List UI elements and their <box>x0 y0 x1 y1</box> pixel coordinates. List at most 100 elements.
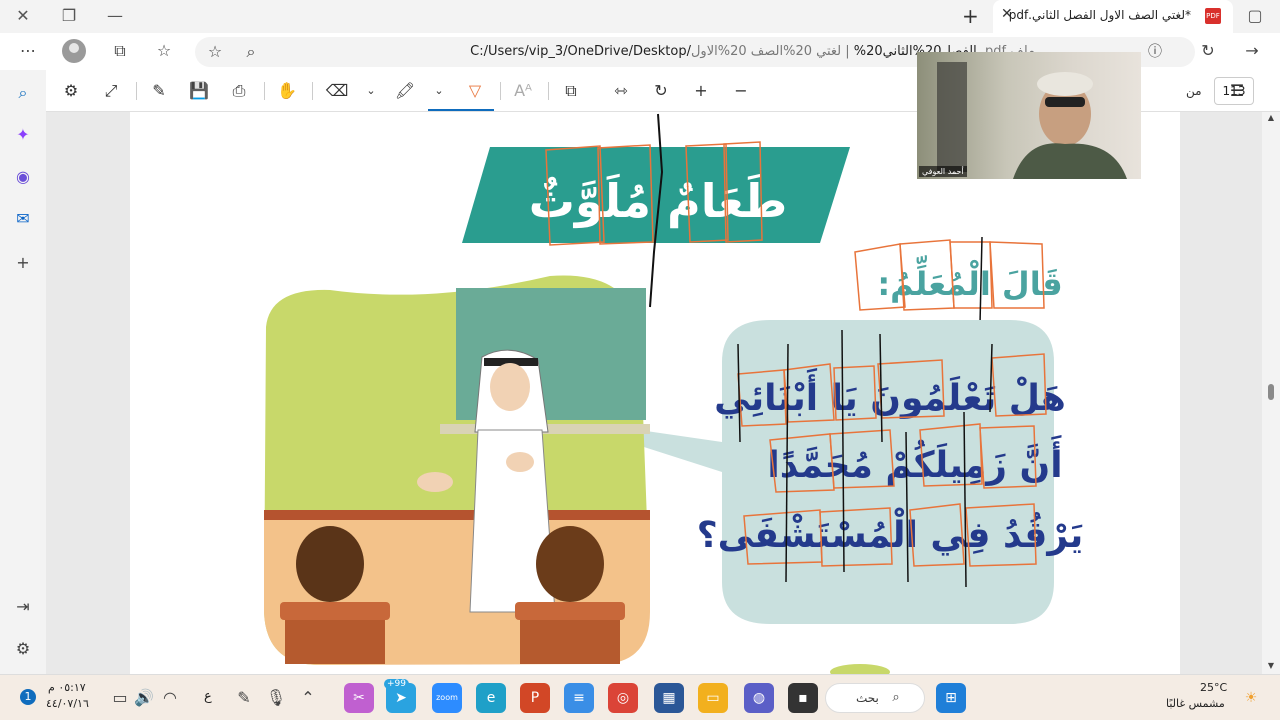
highlighter-icon[interactable]: 🖍 <box>392 78 418 104</box>
pdf-file-icon: PDF <box>1205 8 1221 24</box>
chair-right <box>520 620 620 664</box>
collections-icon[interactable]: ⧉ <box>106 37 134 65</box>
pen-icon[interactable]: ✎ <box>230 684 258 712</box>
taskbar-search[interactable]: بحث ⌕ <box>825 683 925 713</box>
contents-list-icon[interactable]: ☰ <box>1224 78 1250 104</box>
sidebar-toggle-icon[interactable]: ⇥ <box>10 594 36 620</box>
file-explorer-icon[interactable]: ▭ <box>698 683 728 713</box>
office-icon[interactable]: ◉ <box>10 164 36 190</box>
fullscreen-icon[interactable]: ⤢ <box>98 78 124 104</box>
scroll-up-icon[interactable]: ▲ <box>1257 104 1280 132</box>
webcam-name-tag: أحمد العوفي <box>919 166 967 177</box>
weather-temp: 25°C <box>1200 681 1228 694</box>
toolbar-divider <box>136 82 137 100</box>
forward-icon[interactable]: → <box>1238 37 1266 65</box>
clock-date[interactable]: ٤٤/٠٧/١٦ <box>46 697 89 710</box>
refresh-icon[interactable]: ↻ <box>1194 37 1222 65</box>
close-window-icon[interactable]: ✕ <box>8 4 38 28</box>
battery-icon[interactable]: ▭ <box>106 684 134 712</box>
pdf-page: طَعَامٌ مُلَوَّثٌ قَالَ الْمُعَلِّمُ: هَ… <box>130 112 1180 674</box>
language-indicator[interactable]: ع <box>204 689 212 704</box>
fit-width-icon[interactable]: ⇿ <box>608 78 634 104</box>
touch-hand-icon[interactable]: ✋ <box>274 78 300 104</box>
window-titlebar: ✕ ❐ — + ✕ *لغتي الصف الاول الفصل الثاني.… <box>0 0 1280 33</box>
student-head-right <box>536 526 604 602</box>
print-icon[interactable]: ⎙ <box>226 78 252 104</box>
next-illustration-edge <box>830 664 890 674</box>
outlook-icon[interactable]: ✉ <box>10 206 36 232</box>
page-view-icon[interactable]: ⧉ <box>558 78 584 104</box>
sidebar-settings-icon[interactable]: ⚙ <box>10 636 36 662</box>
edge-icon[interactable]: e <box>476 683 506 713</box>
clock-time[interactable]: ٠٥:١٧ م <box>48 681 86 694</box>
active-tool-indicator <box>428 109 494 111</box>
student-head-left <box>296 526 364 602</box>
store-icon[interactable]: ▦ <box>654 683 684 713</box>
teacher-face <box>490 363 530 411</box>
powerpoint-icon[interactable]: P <box>520 683 550 713</box>
windows-start-icon[interactable]: ⊞ <box>936 683 966 713</box>
snipping-tool-icon[interactable]: ✂ <box>344 683 374 713</box>
zoom-out-icon[interactable]: − <box>728 78 754 104</box>
telegram-badge: +99 <box>384 679 409 689</box>
weather-icon[interactable]: ☀ <box>1236 683 1266 713</box>
zoom-icon[interactable]: zoom <box>432 683 462 713</box>
windows-taskbar: ☀ 25°C مشمس غالبًا ⊞ بحث ⌕ ▪ ◍ ▭ ▦ ◎ ≡ P… <box>0 674 1280 720</box>
tray-overflow-icon[interactable]: ⌃ <box>294 684 322 712</box>
wifi-icon[interactable]: ◠ <box>156 684 184 712</box>
taskview-icon[interactable]: ▪ <box>788 683 818 713</box>
toolbar-divider <box>264 82 265 100</box>
save-icon[interactable]: 💾 <box>186 78 212 104</box>
info-icon[interactable]: ⓘ <box>1141 38 1169 66</box>
wall-trim <box>264 510 650 520</box>
restore-window-icon[interactable]: ❐ <box>54 4 84 28</box>
search-label: بحث <box>856 691 879 705</box>
page-of-label: من <box>1186 84 1202 98</box>
read-aloud-icon[interactable]: Aᴬ <box>510 78 536 104</box>
teams-chat-icon[interactable]: ◍ <box>744 683 774 713</box>
notification-badge[interactable]: 1 <box>20 689 36 705</box>
vertical-scrollbar[interactable]: ▲ ▼ <box>1262 112 1280 674</box>
zoom-in-icon[interactable]: + <box>688 78 714 104</box>
chevron-down-icon[interactable]: ⌄ <box>358 78 384 104</box>
profile-avatar[interactable] <box>62 39 86 63</box>
search-icon[interactable]: ⌕ <box>10 80 36 106</box>
chair-left <box>285 620 385 664</box>
rotate-icon[interactable]: ↻ <box>648 78 674 104</box>
favorites-icon[interactable]: ☆ <box>150 37 178 65</box>
add-favorite-icon[interactable]: ☆ <box>201 38 229 66</box>
more-menu-icon[interactable]: ⋯ <box>14 37 42 65</box>
new-tab-button[interactable]: + <box>962 4 979 28</box>
eraser-icon[interactable]: ⌫ <box>324 78 350 104</box>
search-icon: ⌕ <box>892 690 900 705</box>
teacher-hand <box>417 472 453 492</box>
volume-icon[interactable]: 🔊 <box>130 684 158 712</box>
scroll-thumb[interactable] <box>1268 384 1274 400</box>
teacher-pointing-hand <box>506 452 534 472</box>
save-as-icon[interactable]: ✎ <box>146 78 172 104</box>
edge-sidebar: ⌕ ✦ ◉ ✉ + ⇥ ⚙ <box>0 70 46 674</box>
webcam-feed <box>937 62 1127 179</box>
notepad-icon[interactable]: ≡ <box>564 683 594 713</box>
desk-left <box>280 602 390 620</box>
browser-tab[interactable]: ✕ *لغتي الصف الاول الفصل الثاني.pdf PDF <box>993 0 1233 33</box>
toolbar-divider <box>312 82 313 100</box>
draw-pen-icon[interactable]: ▽ <box>462 78 488 104</box>
chrome-icon[interactable]: ◎ <box>608 683 638 713</box>
settings-gear-icon[interactable]: ⚙ <box>58 78 84 104</box>
minimize-window-icon[interactable]: — <box>100 4 130 28</box>
chevron-down-icon[interactable]: ⌄ <box>426 78 452 104</box>
speaker-label: قَالَ الْمُعَلِّمُ: <box>877 255 1062 303</box>
microphone-icon[interactable]: 🎙 <box>262 684 290 712</box>
tab-actions-icon[interactable]: ▢ <box>1240 4 1270 28</box>
desk-right <box>515 602 625 620</box>
toolbar-divider <box>500 82 501 100</box>
add-app-icon[interactable]: + <box>10 250 36 276</box>
zoom-icon[interactable]: ⌕ <box>237 38 265 66</box>
copilot-icon[interactable]: ✦ <box>10 122 36 148</box>
webcam-overlay: أحمد العوفي <box>917 52 1141 179</box>
speaker-divider-stroke <box>979 236 983 325</box>
weather-description: مشمس غالبًا <box>1166 697 1225 710</box>
pdf-document-area[interactable]: طَعَامٌ مُلَوَّثٌ قَالَ الْمُعَلِّمُ: هَ… <box>46 112 1262 674</box>
tab-title: *لغتي الصف الاول الفصل الثاني.pdf <box>1008 8 1191 22</box>
